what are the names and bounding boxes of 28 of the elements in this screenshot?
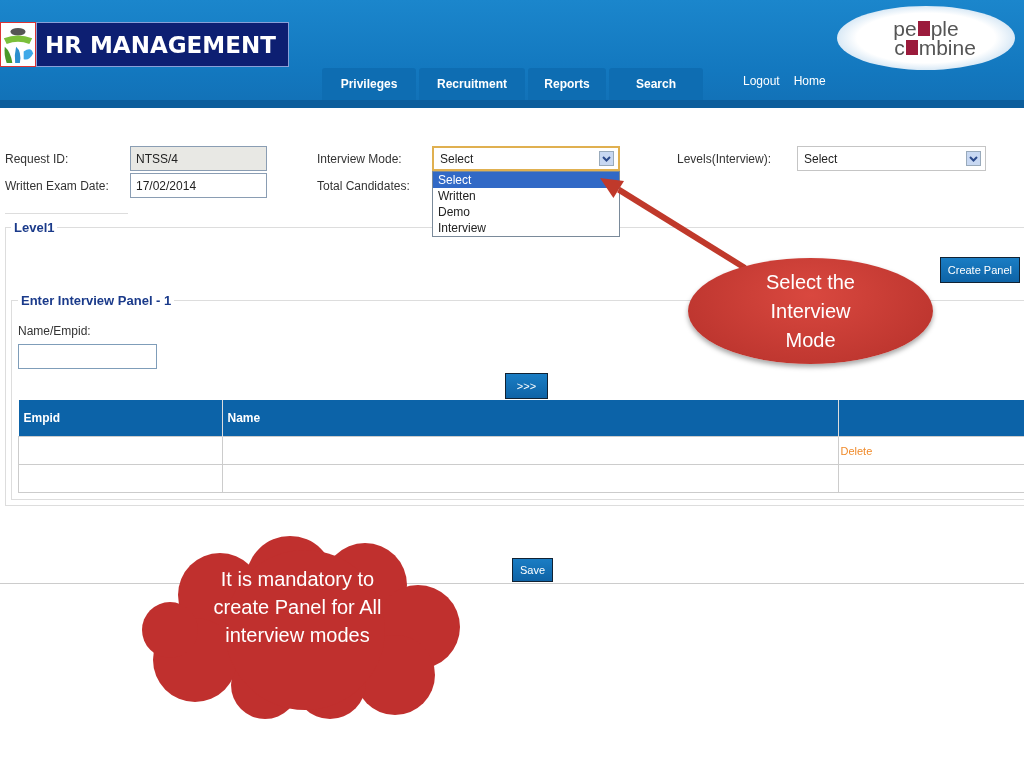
field-label: Written Exam Date: — [5, 178, 110, 193]
logo-icon — [0, 22, 36, 67]
save-button[interactable]: Save — [512, 558, 554, 582]
section-title: Enter Interview Panel - 1 — [20, 293, 173, 308]
column-header: Name — [222, 400, 838, 437]
callout-bubble: Select the Interview Mode — [688, 258, 933, 364]
input-field[interactable] — [18, 344, 157, 369]
field-label: Total Candidates: — [317, 178, 411, 193]
dropdown-option[interactable]: Select — [433, 172, 619, 188]
header-link[interactable]: Logout — [743, 74, 780, 88]
nav-tab[interactable]: Recruitment — [419, 68, 525, 100]
field-label: Levels(Interview): — [677, 151, 773, 166]
dropdown[interactable]: Select — [797, 146, 986, 171]
partner-logo: pe ple c mbine — [837, 6, 1015, 70]
field-label: Name/Empid: — [18, 324, 92, 338]
nav-tab[interactable]: Reports — [528, 68, 606, 100]
add-button[interactable]: >>> — [505, 373, 548, 399]
column-header: Empid — [18, 400, 222, 437]
field-label: Interview Mode: — [317, 151, 403, 166]
section-title: Level1 — [13, 220, 56, 235]
field-label: Request ID: — [5, 151, 70, 166]
nav-tab[interactable]: Search — [609, 68, 703, 100]
create-panel-button[interactable]: Create Panel — [939, 257, 1020, 283]
app-title: HR MANAGEMENT — [36, 22, 289, 67]
nav-tab[interactable]: Privileges — [322, 68, 416, 100]
header-link[interactable]: Home — [793, 74, 826, 88]
callout-text: It is mandatory to create Panel for All interview modes — [212, 567, 383, 648]
input-field[interactable]: 17/02/2014 — [130, 173, 267, 198]
